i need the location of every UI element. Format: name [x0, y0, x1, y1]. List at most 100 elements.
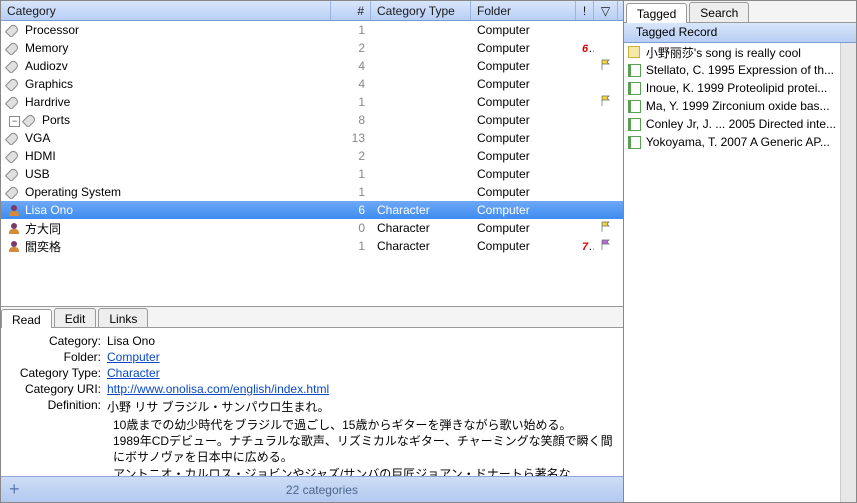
tag-icon: [5, 23, 23, 37]
right-header[interactable]: Tagged Record: [624, 23, 856, 43]
table-row[interactable]: VGA13Computer: [1, 129, 623, 147]
tab-tagged[interactable]: Tagged: [626, 3, 687, 23]
label-type: Category Type:: [11, 366, 107, 380]
col-flag[interactable]: ▽: [594, 1, 618, 20]
table-row[interactable]: − Ports 8 Computer: [1, 111, 623, 129]
row-folder: Computer: [471, 185, 576, 199]
row-folder: Computer: [471, 41, 576, 55]
table-row[interactable]: Hardrive1Computer: [1, 93, 623, 111]
tag-icon: [5, 167, 23, 181]
table-row[interactable]: Audiozv4Computer: [1, 57, 623, 75]
col-alert[interactable]: !: [576, 1, 594, 20]
row-type: Character: [371, 221, 471, 235]
table-row[interactable]: HDMI2Computer: [1, 147, 623, 165]
col-category[interactable]: Category: [1, 1, 331, 20]
tab-links[interactable]: Links: [98, 308, 148, 327]
row-flag: [594, 95, 618, 110]
tag-icon: [5, 77, 23, 91]
tagged-list: 小野丽莎's song is really coolStellato, C. 1…: [624, 43, 840, 502]
scrollbar[interactable]: [840, 43, 856, 502]
list-item[interactable]: Conley Jr, J. ... 2005 Directed inte...: [624, 115, 840, 133]
flag-icon[interactable]: [600, 239, 612, 251]
row-name: Ports: [42, 113, 70, 127]
person-icon: [7, 223, 21, 235]
tag-icon: [5, 59, 23, 73]
row-name: Audiozv: [25, 59, 68, 73]
list-item[interactable]: Yokoyama, T. 2007 A Generic AP...: [624, 133, 840, 151]
row-name: Memory: [25, 41, 68, 55]
table-row[interactable]: Processor1Computer: [1, 21, 623, 39]
col-folder[interactable]: Folder: [471, 1, 576, 20]
tag-icon: [5, 95, 23, 109]
value-uri[interactable]: http://www.onolisa.com/english/index.htm…: [107, 382, 329, 396]
label-definition: Definition:: [11, 398, 107, 415]
table-body: Processor1ComputerMemory2Computer6Audioz…: [1, 21, 623, 306]
list-item[interactable]: Stellato, C. 1995 Expression of th...: [624, 61, 840, 79]
document-icon: [628, 64, 642, 76]
row-name: Operating System: [25, 185, 121, 199]
row-type: Character: [371, 239, 471, 253]
list-item[interactable]: Inoue, K. 1999 Proteolipid protei...: [624, 79, 840, 97]
col-count[interactable]: #: [331, 1, 371, 20]
flag-icon[interactable]: [600, 95, 612, 107]
row-count: 1: [331, 23, 371, 37]
flag-icon[interactable]: [600, 221, 612, 233]
status-bar: + 22 categories: [1, 476, 623, 502]
row-folder: Computer: [471, 77, 576, 91]
flag-icon[interactable]: [600, 59, 612, 71]
table-row[interactable]: Memory2Computer6: [1, 39, 623, 57]
row-count: 1: [331, 185, 371, 199]
document-icon: [628, 136, 642, 148]
row-count: 13: [331, 131, 371, 145]
tab-read[interactable]: Read: [1, 309, 52, 328]
table-row[interactable]: USB 1 Computer: [1, 165, 623, 183]
list-item[interactable]: 小野丽莎's song is really cool: [624, 43, 840, 61]
note-icon: [628, 46, 642, 58]
row-count: 1: [331, 95, 371, 109]
alert-badge: 7: [582, 239, 594, 253]
row-folder: Computer: [471, 131, 576, 145]
row-folder: Computer: [471, 167, 576, 181]
value-category: Lisa Ono: [107, 334, 613, 348]
value-definition-line3: アントニオ・カルロス・ジョビンやジャズ/サンバの巨匠ジョアン・ドナートら著名な: [113, 466, 613, 476]
row-count: 1: [331, 167, 371, 181]
label-uri: Category URI:: [11, 382, 107, 396]
row-folder: Computer: [471, 149, 576, 163]
row-count: 6: [331, 203, 371, 217]
tree-toggle[interactable]: −: [9, 116, 20, 127]
table-header: Category # Category Type Folder ! ▽: [1, 1, 623, 21]
app-window: Category # Category Type Folder ! ▽ Proc…: [0, 0, 857, 503]
document-icon: [628, 118, 642, 130]
tag-icon: [5, 149, 23, 163]
right-tabs: TaggedSearch: [624, 1, 856, 23]
col-type[interactable]: Category Type: [371, 1, 471, 20]
document-icon: [628, 82, 642, 94]
tab-search[interactable]: Search: [689, 2, 749, 22]
table-row[interactable]: Operating System 1 Computer: [1, 183, 623, 201]
table-row[interactable]: Graphics4Computer: [1, 75, 623, 93]
value-folder[interactable]: Computer: [107, 350, 160, 364]
row-flag: [594, 239, 618, 254]
table-row[interactable]: Lisa Ono6CharacterComputer: [1, 201, 623, 219]
tab-edit[interactable]: Edit: [54, 308, 97, 327]
right-pane: TaggedSearch Tagged Record 小野丽莎's song i…: [624, 1, 856, 502]
row-count: 4: [331, 77, 371, 91]
row-name: 閻奕格: [25, 240, 61, 254]
status-text: 22 categories: [29, 483, 615, 497]
tag-icon: [5, 131, 23, 145]
table-row[interactable]: 方大同0CharacterComputer: [1, 219, 623, 237]
list-item[interactable]: Ma, Y. 1999 Zirconium oxide bas...: [624, 97, 840, 115]
value-type[interactable]: Character: [107, 366, 160, 380]
tag-icon: [5, 41, 23, 55]
alert-badge: 6: [582, 41, 594, 55]
row-name: Hardrive: [25, 95, 70, 109]
row-count: 8: [331, 113, 371, 127]
row-name: USB: [25, 167, 50, 181]
row-folder: Computer: [471, 113, 576, 127]
row-folder: Computer: [471, 59, 576, 73]
row-name: Lisa Ono: [25, 203, 73, 217]
detail-tabs: ReadEditLinks: [1, 306, 623, 328]
table-row[interactable]: 閻奕格1CharacterComputer7: [1, 237, 623, 255]
row-name: Processor: [25, 23, 79, 37]
add-button[interactable]: +: [9, 479, 29, 500]
